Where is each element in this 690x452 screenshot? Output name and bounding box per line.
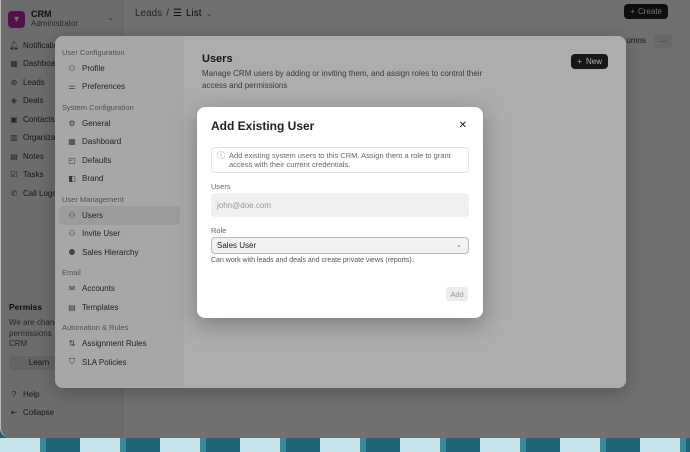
role-value: Sales User bbox=[217, 241, 257, 250]
role-label: Role bbox=[211, 226, 227, 235]
crm-window: ▾ CRM Administrator ⌄ 🔔︎ Notifications ▦ D… bbox=[0, 0, 690, 438]
role-select[interactable]: Sales User ⌄ bbox=[211, 237, 469, 254]
close-icon[interactable]: ✕ bbox=[459, 120, 467, 131]
add-button[interactable]: Add bbox=[446, 287, 468, 301]
info-callout: ⓘ Add existing system users to this CRM.… bbox=[211, 147, 469, 173]
add-existing-user-dialog: Add Existing User ✕ ⓘ Add existing syste… bbox=[197, 107, 483, 318]
info-icon: ⓘ bbox=[217, 151, 225, 160]
role-hint: Can work with leads and deals and create… bbox=[211, 257, 414, 264]
users-input[interactable]: john@doe.com bbox=[211, 193, 469, 217]
users-label: Users bbox=[211, 182, 231, 191]
info-text: Add existing system users to this CRM. A… bbox=[229, 151, 451, 169]
desktop-dock-strip bbox=[0, 438, 690, 452]
dialog-title: Add Existing User bbox=[211, 119, 315, 133]
chevron-down-icon: ⌄ bbox=[456, 242, 462, 249]
